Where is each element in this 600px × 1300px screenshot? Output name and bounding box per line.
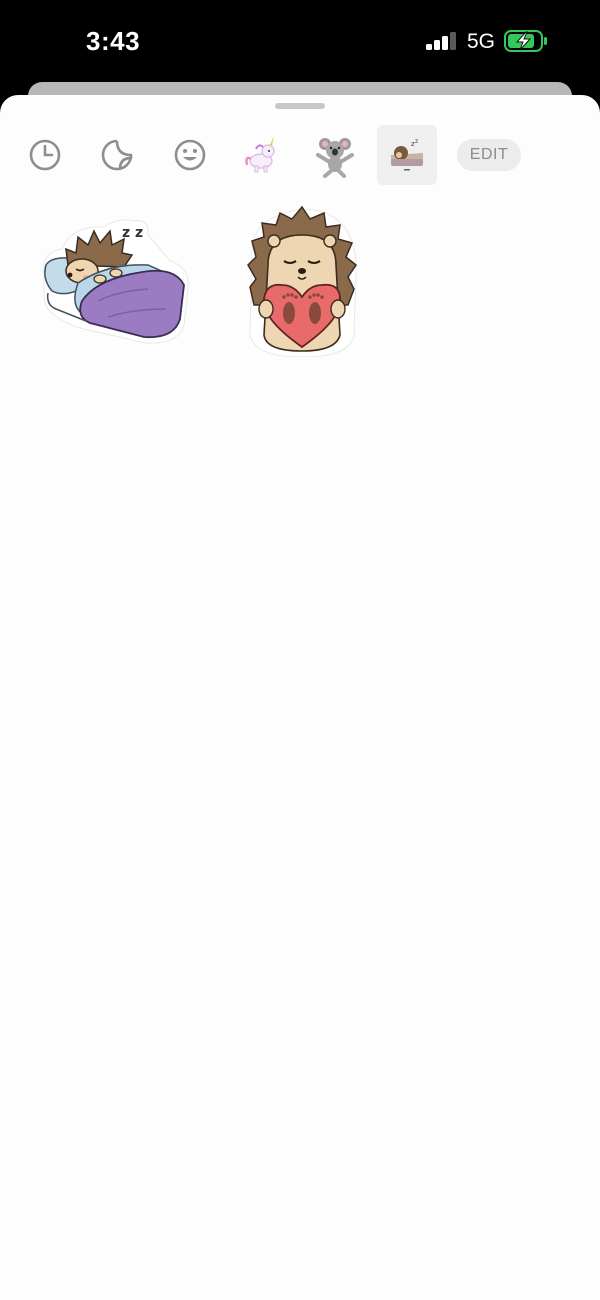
- tab-koala-pack[interactable]: [305, 125, 365, 185]
- edit-button[interactable]: EDIT: [457, 139, 521, 171]
- battery-charging-icon: [504, 29, 548, 53]
- sticker-peel-icon: [101, 139, 133, 171]
- tab-hedgehog-pack[interactable]: z z: [377, 125, 437, 185]
- sticker-category-bar: z z EDIT: [0, 125, 600, 187]
- tab-emoji[interactable]: [160, 125, 220, 185]
- network-type: 5G: [467, 30, 496, 53]
- unicorn-sticker-icon: [245, 136, 275, 173]
- hedgehog-sticker-icon: z z: [391, 138, 423, 171]
- sticker-sleeping-hedgehog[interactable]: z z: [38, 213, 190, 349]
- status-time: 3:43: [86, 26, 141, 56]
- koala-sticker-icon: [316, 138, 354, 178]
- tab-unicorn-pack[interactable]: [231, 125, 291, 185]
- svg-text:z: z: [415, 138, 418, 145]
- status-bar: 3:43 5G: [0, 0, 600, 84]
- zzz-text: z z: [122, 225, 143, 241]
- sticker-hedgehog-heart[interactable]: [244, 205, 360, 358]
- sticker-sheet: z z EDIT z z: [0, 95, 600, 1300]
- clock-icon: [29, 139, 61, 171]
- sheet-grabber[interactable]: [275, 103, 325, 109]
- smiley-face-icon: [174, 139, 206, 171]
- cellular-signal-icon: [426, 32, 458, 50]
- tab-recent[interactable]: [15, 125, 75, 185]
- tab-stickers[interactable]: [87, 125, 147, 185]
